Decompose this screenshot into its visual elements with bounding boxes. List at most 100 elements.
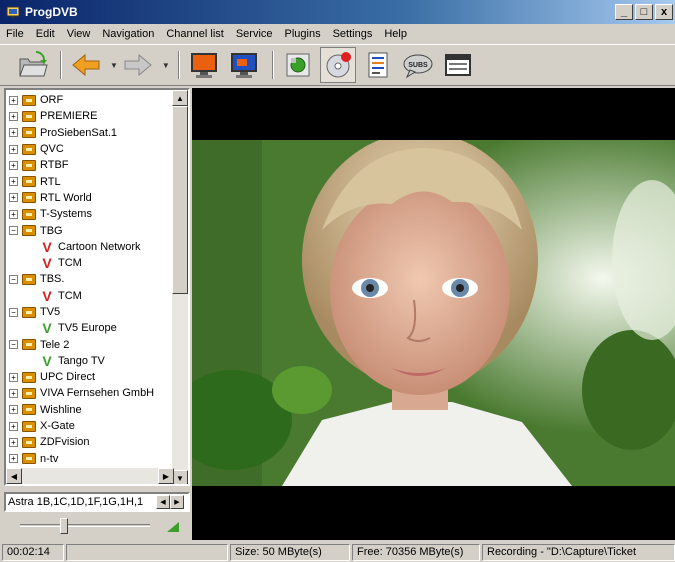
folder-icon bbox=[22, 127, 36, 139]
channel-tree[interactable]: + ORF + PREMIERE + ProSiebenSat.1 + QVC + RTBF + RT… bbox=[4, 88, 190, 486]
tree-folder-row[interactable]: + Wishline bbox=[6, 402, 172, 418]
tree-horizontal-scrollbar[interactable]: ◀ ▶ bbox=[6, 468, 174, 484]
expand-icon[interactable]: + bbox=[9, 405, 18, 415]
tree-folder-row[interactable]: + QVC bbox=[6, 141, 172, 157]
expand-icon[interactable]: + bbox=[9, 209, 18, 219]
menu-channel-list[interactable]: Channel list bbox=[160, 28, 229, 40]
scroll-thumb[interactable] bbox=[172, 106, 188, 294]
channel-icon: V bbox=[42, 287, 52, 304]
tree-folder-row[interactable]: + n-tv bbox=[6, 451, 172, 467]
expand-icon[interactable]: + bbox=[9, 388, 18, 398]
tree-folder-row[interactable]: + T-Systems bbox=[6, 206, 172, 222]
tree-channel-row[interactable]: V Cartoon Network bbox=[6, 239, 172, 255]
expand-icon[interactable]: + bbox=[9, 111, 18, 121]
window-button[interactable] bbox=[440, 47, 476, 83]
list-button[interactable] bbox=[360, 47, 396, 83]
volume-thumb[interactable] bbox=[60, 518, 69, 534]
tv-orange-button[interactable] bbox=[186, 47, 222, 83]
minimize-button[interactable]: _ bbox=[615, 4, 633, 20]
tree-folder-row[interactable]: + PREMIERE bbox=[6, 108, 172, 124]
forward-dropdown-icon[interactable]: ▼ bbox=[162, 61, 170, 70]
satellite-prev-button[interactable]: ◀ bbox=[156, 495, 170, 509]
menu-plugins[interactable]: Plugins bbox=[279, 28, 327, 40]
video-display[interactable] bbox=[192, 88, 675, 540]
scroll-right-button[interactable]: ▶ bbox=[158, 468, 174, 484]
folder-icon bbox=[22, 176, 36, 188]
expand-icon[interactable]: + bbox=[9, 193, 18, 203]
expand-icon[interactable]: + bbox=[9, 437, 18, 447]
tree-folder-row[interactable]: + RTBF bbox=[6, 157, 172, 173]
menu-navigation[interactable]: Navigation bbox=[96, 28, 160, 40]
folder-icon bbox=[22, 208, 36, 220]
menu-view[interactable]: View bbox=[61, 28, 97, 40]
scroll-left-button[interactable]: ◀ bbox=[6, 468, 22, 484]
epg-button[interactable] bbox=[280, 47, 316, 83]
tree-folder-row[interactable]: + RTL World bbox=[6, 190, 172, 206]
back-button[interactable] bbox=[68, 47, 104, 83]
expand-icon[interactable]: + bbox=[9, 177, 18, 187]
expand-icon[interactable]: + bbox=[9, 454, 18, 464]
expand-icon[interactable]: + bbox=[9, 372, 18, 382]
expand-icon[interactable]: + bbox=[9, 160, 18, 170]
collapse-icon[interactable]: − bbox=[9, 340, 18, 350]
collapse-icon[interactable]: − bbox=[9, 274, 18, 284]
subtitles-button[interactable]: SUBS bbox=[400, 47, 436, 83]
record-button[interactable] bbox=[319, 47, 356, 83]
satellite-selector[interactable]: Astra 1B,1C,1D,1F,1G,1H,1 ◀ ▶ bbox=[4, 492, 190, 512]
tree-item-label: X-Gate bbox=[40, 420, 75, 433]
open-button[interactable] bbox=[14, 47, 50, 83]
expand-icon[interactable]: + bbox=[9, 95, 18, 105]
tree-folder-row[interactable]: + VIVA Fernsehen GmbH bbox=[6, 385, 172, 401]
collapse-icon[interactable]: − bbox=[9, 226, 18, 236]
tree-folder-row[interactable]: − TBG bbox=[6, 222, 172, 238]
scroll-up-button[interactable]: ▲ bbox=[172, 90, 188, 106]
tree-item-label: Tele 2 bbox=[40, 338, 70, 351]
tv-blue-button[interactable] bbox=[226, 47, 262, 83]
menu-settings[interactable]: Settings bbox=[327, 28, 379, 40]
open-icon bbox=[19, 51, 48, 77]
maximize-button[interactable]: □ bbox=[635, 4, 653, 20]
expand-icon[interactable]: + bbox=[9, 421, 18, 431]
tree-channel-row[interactable]: V TCM bbox=[6, 255, 172, 271]
tree-folder-row[interactable]: + RTL bbox=[6, 173, 172, 189]
status-size: Size: 50 MByte(s) bbox=[230, 543, 350, 561]
toolbar-separator bbox=[271, 51, 274, 79]
expand-icon[interactable]: + bbox=[9, 128, 18, 138]
tree-folder-row[interactable]: − Tele 2 bbox=[6, 336, 172, 352]
menu-service[interactable]: Service bbox=[230, 28, 279, 40]
close-button[interactable]: x bbox=[655, 4, 673, 20]
tree-folder-row[interactable]: + ZDFvision bbox=[6, 434, 172, 450]
tree-item-label: ORF bbox=[40, 94, 64, 107]
channel-icon: V bbox=[42, 238, 52, 255]
channel-panel: + ORF + PREMIERE + ProSiebenSat.1 + QVC + RTBF + RT… bbox=[4, 88, 190, 540]
tree-channel-row[interactable]: V Tango TV bbox=[6, 353, 172, 369]
menu-file[interactable]: File bbox=[0, 28, 30, 40]
tree-vertical-scrollbar[interactable]: ▲ ▼ bbox=[172, 90, 188, 484]
tree-channel-row[interactable]: V TV5 Europe bbox=[6, 320, 172, 336]
expand-icon[interactable]: + bbox=[9, 144, 18, 154]
tree-folder-row[interactable]: + ProSiebenSat.1 bbox=[6, 125, 172, 141]
tree-item-label: TCM bbox=[58, 289, 82, 302]
epg-icon bbox=[286, 53, 310, 77]
window-icon bbox=[444, 54, 471, 76]
volume-slider[interactable] bbox=[4, 516, 190, 538]
volume-track[interactable] bbox=[20, 524, 150, 527]
status-time: 00:02:14 bbox=[2, 543, 64, 561]
collapse-icon[interactable]: − bbox=[9, 307, 18, 317]
tree-folder-row[interactable]: − TV5 bbox=[6, 304, 172, 320]
tree-folder-row[interactable]: + X-Gate bbox=[6, 418, 172, 434]
menu-bar: File Edit View Navigation Channel list S… bbox=[0, 24, 675, 44]
menu-help[interactable]: Help bbox=[378, 28, 413, 40]
tree-channel-row[interactable]: V TCM bbox=[6, 288, 172, 304]
menu-edit[interactable]: Edit bbox=[30, 28, 61, 40]
folder-icon bbox=[22, 192, 36, 204]
scroll-down-button[interactable]: ▼ bbox=[172, 470, 188, 484]
tree-folder-row[interactable]: − TBS. bbox=[6, 271, 172, 287]
satellite-next-button[interactable]: ▶ bbox=[170, 495, 184, 509]
tree-folder-row[interactable]: + ORF bbox=[6, 92, 172, 108]
forward-button[interactable] bbox=[120, 47, 156, 83]
tree-item-label: VIVA Fernsehen GmbH bbox=[40, 387, 155, 400]
back-dropdown-icon[interactable]: ▼ bbox=[110, 61, 118, 70]
tree-folder-row[interactable]: + UPC Direct bbox=[6, 369, 172, 385]
tree-item-label: UPC Direct bbox=[40, 371, 96, 384]
